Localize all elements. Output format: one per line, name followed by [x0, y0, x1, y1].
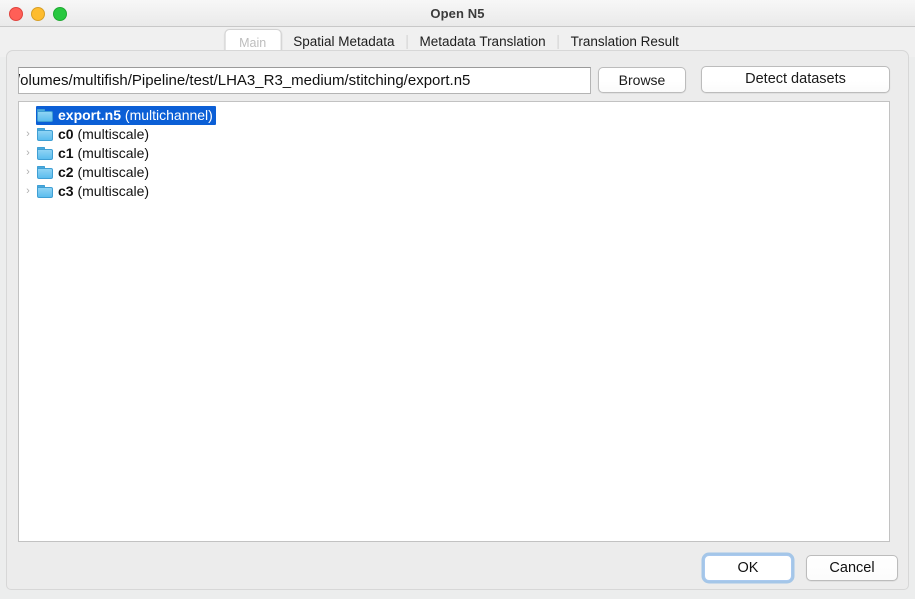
tree-node-content: export.n5 (multichannel): [36, 106, 216, 125]
tree-node-suffix: (multiscale): [73, 145, 150, 161]
folder-icon: [37, 166, 53, 179]
tree-node-c3[interactable]: › c3 (multiscale): [19, 182, 889, 201]
tree-node-label: c0 (multiscale): [58, 125, 149, 144]
tree-node-c2[interactable]: › c2 (multiscale): [19, 163, 889, 182]
tree-node-c1[interactable]: › c1 (multiscale): [19, 144, 889, 163]
tree-node-suffix: (multiscale): [73, 164, 150, 180]
tree-node-label: c3 (multiscale): [58, 182, 149, 201]
tree-node-name: c2: [58, 164, 74, 180]
open-n5-window: Open N5 Main Spatial Metadata Metadata T…: [0, 0, 915, 599]
dialog-footer: OK Cancel: [7, 551, 910, 591]
folder-icon: [37, 128, 53, 141]
tree-node-content: c3 (multiscale): [37, 182, 149, 201]
titlebar: Open N5: [0, 0, 915, 27]
dataset-tree-panel[interactable]: › export.n5 (multichannel) › c0: [18, 101, 890, 542]
tree-node-label: export.n5 (multichannel): [58, 106, 213, 125]
tree-node-c0[interactable]: › c0 (multiscale): [19, 125, 889, 144]
folder-icon: [37, 147, 53, 160]
chevron-right-icon[interactable]: ›: [19, 182, 37, 201]
ok-button[interactable]: OK: [704, 555, 792, 581]
tree-node-name: c3: [58, 183, 74, 199]
tree-node-export-n5[interactable]: › export.n5 (multichannel): [19, 106, 889, 125]
tree-node-name: c1: [58, 145, 74, 161]
tree-node-content: c2 (multiscale): [37, 163, 149, 182]
tree-node-suffix: (multiscale): [73, 126, 150, 142]
tree-node-name: export.n5: [58, 107, 122, 123]
dataset-tree: › export.n5 (multichannel) › c0: [19, 106, 889, 201]
tree-node-name: c0: [58, 126, 74, 142]
detect-datasets-button[interactable]: Detect datasets: [701, 66, 890, 93]
n5-path-value: /olumes/multifish/Pipeline/test/LHA3_R3_…: [18, 72, 471, 89]
window-title: Open N5: [430, 6, 485, 21]
chevron-right-icon[interactable]: ›: [19, 144, 37, 163]
tree-node-label: c2 (multiscale): [58, 163, 149, 182]
folder-icon: [37, 109, 53, 122]
tree-node-suffix: (multichannel): [121, 107, 213, 123]
browse-button[interactable]: Browse: [598, 67, 686, 93]
n5-path-input[interactable]: /olumes/multifish/Pipeline/test/LHA3_R3_…: [18, 67, 591, 94]
main-tab-panel: /olumes/multifish/Pipeline/test/LHA3_R3_…: [6, 50, 909, 590]
tree-node-suffix: (multiscale): [73, 183, 150, 199]
tree-node-content: c1 (multiscale): [37, 144, 149, 163]
folder-icon: [37, 185, 53, 198]
chevron-right-icon: ›: [19, 106, 37, 125]
tree-node-content: c0 (multiscale): [37, 125, 149, 144]
chevron-right-icon[interactable]: ›: [19, 125, 37, 144]
tree-node-label: c1 (multiscale): [58, 144, 149, 163]
cancel-button[interactable]: Cancel: [806, 555, 898, 581]
chevron-right-icon[interactable]: ›: [19, 163, 37, 182]
path-row: /olumes/multifish/Pipeline/test/LHA3_R3_…: [7, 66, 910, 95]
